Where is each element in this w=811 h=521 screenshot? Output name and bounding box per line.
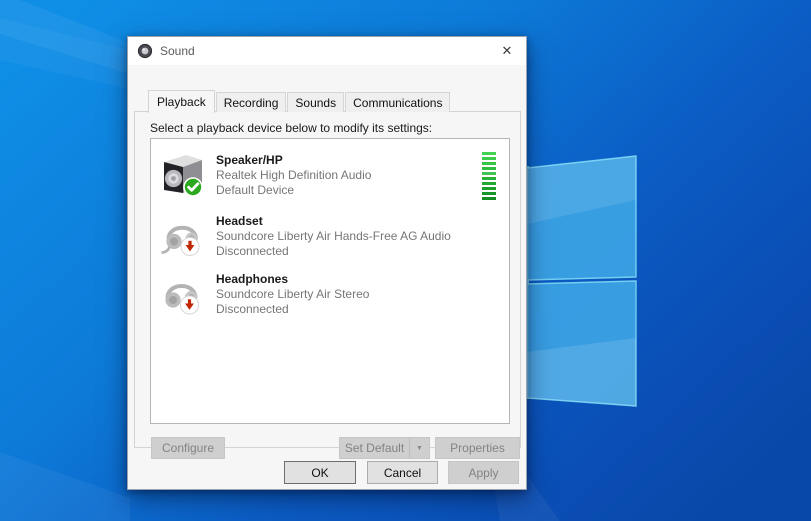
device-row-speaker[interactable]: Speaker/HP Realtek High Definition Audio… <box>151 148 509 206</box>
cancel-button[interactable]: Cancel <box>367 461 438 484</box>
properties-button[interactable]: Properties <box>435 437 520 459</box>
chevron-down-icon: ▼ <box>416 445 423 452</box>
apply-button[interactable]: Apply <box>448 461 519 484</box>
set-default-button[interactable]: Set Default ▼ <box>339 437 430 459</box>
headphones-icon <box>160 271 205 316</box>
device-description: Soundcore Liberty Air Stereo <box>216 287 369 302</box>
dialog-title: Sound <box>160 44 195 58</box>
device-description: Realtek High Definition Audio <box>216 168 371 183</box>
disconnected-badge <box>181 296 199 314</box>
close-button[interactable]: ✕ <box>488 37 526 65</box>
tab-communications[interactable]: Communications <box>345 92 450 112</box>
device-row-headset[interactable]: Headset Soundcore Liberty Air Hands-Free… <box>151 209 509 267</box>
sound-dialog-icon <box>137 43 153 59</box>
volume-meter <box>482 152 496 200</box>
speaker-icon <box>160 152 205 197</box>
device-status: Disconnected <box>216 302 369 317</box>
device-name: Speaker/HP <box>216 153 371 168</box>
set-default-dropdown[interactable]: ▼ <box>409 438 429 458</box>
ok-button[interactable]: OK <box>284 461 356 484</box>
device-action-buttons: Configure Set Default ▼ Properties <box>135 437 520 461</box>
close-icon: ✕ <box>502 43 513 59</box>
playback-device-list[interactable]: Speaker/HP Realtek High Definition Audio… <box>150 138 510 424</box>
tab-playback[interactable]: Playback <box>148 90 215 113</box>
playback-tab-page: Select a playback device below to modify… <box>134 111 521 448</box>
sound-dialog: Sound ✕ Playback Recording Sounds Commun… <box>127 36 527 490</box>
tab-recording[interactable]: Recording <box>216 92 287 112</box>
headset-icon <box>160 213 205 258</box>
instruction-text: Select a playback device below to modify… <box>150 121 432 135</box>
desktop: Sound ✕ Playback Recording Sounds Commun… <box>0 0 811 521</box>
device-status: Default Device <box>216 183 371 198</box>
configure-button[interactable]: Configure <box>151 437 225 459</box>
device-status: Disconnected <box>216 244 451 259</box>
tab-sounds[interactable]: Sounds <box>287 92 344 112</box>
tab-bar: Playback Recording Sounds Communications <box>148 89 451 112</box>
device-name: Headphones <box>216 272 369 287</box>
device-description: Soundcore Liberty Air Hands-Free AG Audi… <box>216 229 451 244</box>
disconnected-badge <box>181 238 199 256</box>
dialog-titlebar[interactable]: Sound ✕ <box>128 37 526 65</box>
device-row-headphones[interactable]: Headphones Soundcore Liberty Air Stereo … <box>151 267 509 325</box>
device-name: Headset <box>216 214 451 229</box>
default-check-badge <box>184 178 202 196</box>
